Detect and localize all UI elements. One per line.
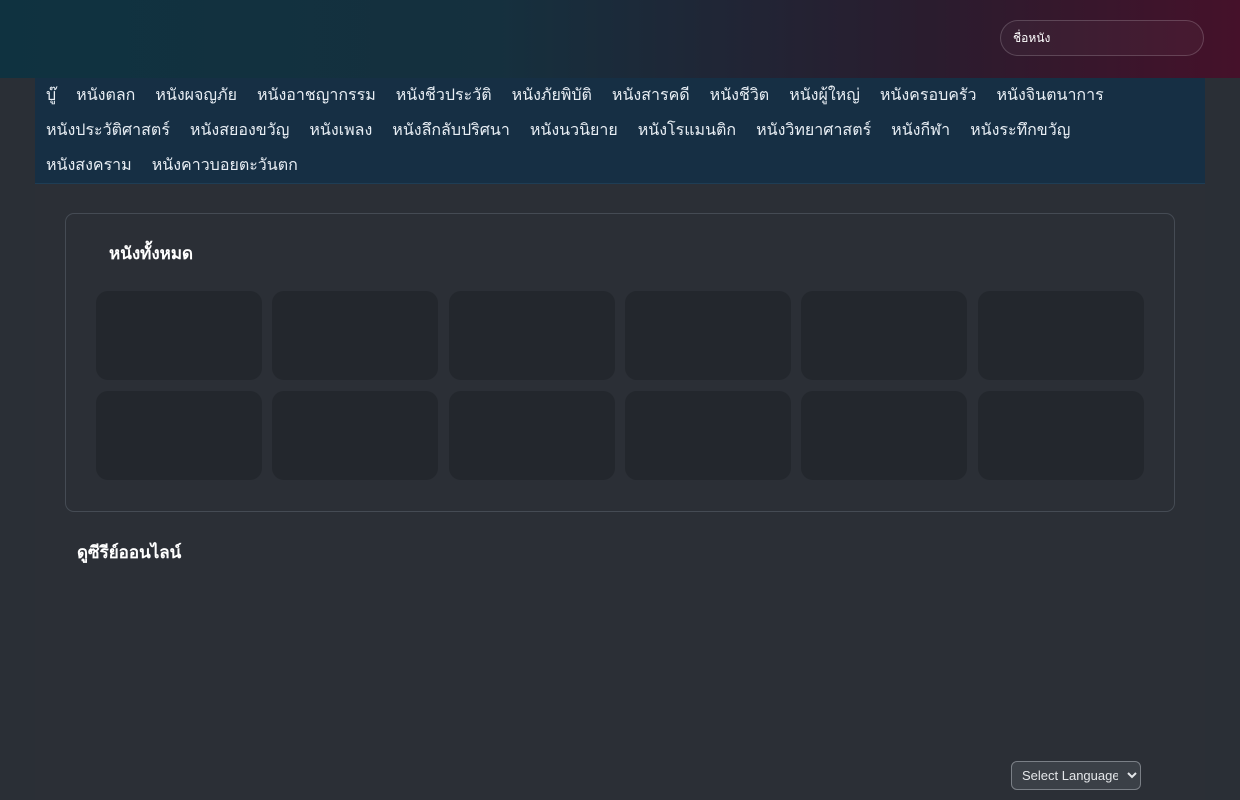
- category-fantasy[interactable]: หนังจินตนาการ: [997, 83, 1104, 108]
- movie-card[interactable]: [978, 391, 1144, 480]
- category-war[interactable]: หนังสงคราม: [46, 153, 132, 178]
- category-row-2: หนังประวัติศาสตร์ หนังสยองขวัญ หนังเพลง …: [35, 113, 1079, 148]
- category-novel[interactable]: หนังนวนิยาย: [530, 118, 618, 143]
- all-movies-title: หนังทั้งหมด: [109, 244, 194, 264]
- movie-card[interactable]: [272, 391, 438, 480]
- category-action[interactable]: บู๊: [46, 83, 56, 108]
- top-header: [0, 0, 1240, 78]
- series-section-title: ดูซีรีย์ออนไลน์: [77, 543, 182, 563]
- category-disaster[interactable]: หนังภัยพิบัติ: [512, 83, 592, 108]
- category-biography[interactable]: หนังชีวประวัติ: [396, 83, 492, 108]
- language-select[interactable]: Select Language: [1011, 761, 1141, 790]
- category-row-3: หนังสงคราม หนังคาวบอยตะวันตก: [35, 148, 307, 183]
- category-adult[interactable]: หนังผู้ใหญ่: [789, 83, 860, 108]
- search-input[interactable]: [1000, 20, 1204, 56]
- category-adventure[interactable]: หนังผจญภัย: [155, 83, 237, 108]
- category-mystery[interactable]: หนังลึกลับปริศนา: [392, 118, 510, 143]
- category-western[interactable]: หนังคาวบอยตะวันตก: [152, 153, 298, 178]
- movie-card[interactable]: [96, 291, 262, 380]
- movie-card[interactable]: [978, 291, 1144, 380]
- category-sci-fi[interactable]: หนังวิทยาศาสตร์: [756, 118, 871, 143]
- category-documentary[interactable]: หนังสารคดี: [612, 83, 690, 108]
- category-horror[interactable]: หนังสยองขวัญ: [190, 118, 289, 143]
- movie-card[interactable]: [449, 391, 615, 480]
- movie-card[interactable]: [801, 291, 967, 380]
- category-sports[interactable]: หนังกีฬา: [891, 118, 950, 143]
- movie-card[interactable]: [449, 291, 615, 380]
- category-thriller[interactable]: หนังระทึกขวัญ: [970, 118, 1070, 143]
- all-movies-panel: หนังทั้งหมด: [65, 213, 1175, 512]
- category-comedy[interactable]: หนังตลก: [76, 83, 135, 108]
- category-row-1: บู๊ หนังตลก หนังผจญภัย หนังอาชญากรรม หนั…: [35, 78, 1113, 113]
- category-family[interactable]: หนังครอบครัว: [880, 83, 977, 108]
- category-drama[interactable]: หนังชีวิต: [710, 83, 770, 108]
- movie-card[interactable]: [272, 291, 438, 380]
- category-music[interactable]: หนังเพลง: [309, 118, 372, 143]
- category-history[interactable]: หนังประวัติศาสตร์: [46, 118, 170, 143]
- category-nav: บู๊ หนังตลก หนังผจญภัย หนังอาชญากรรม หนั…: [35, 78, 1205, 184]
- category-romance[interactable]: หนังโรแมนติก: [638, 118, 736, 143]
- movie-card[interactable]: [625, 391, 791, 480]
- movie-card[interactable]: [625, 291, 791, 380]
- movie-card[interactable]: [96, 391, 262, 480]
- category-crime[interactable]: หนังอาชญากรรม: [257, 83, 376, 108]
- movie-card[interactable]: [801, 391, 967, 480]
